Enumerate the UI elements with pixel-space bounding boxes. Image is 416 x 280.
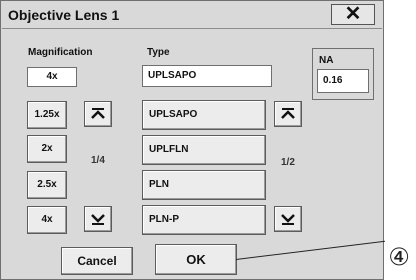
type-page-indicator: 1/2 bbox=[281, 157, 295, 168]
close-icon: ✕ bbox=[344, 3, 362, 25]
magnification-value-field: 4x bbox=[27, 67, 77, 87]
magnification-option-2-5x[interactable]: 2.5x bbox=[27, 171, 67, 199]
type-option-uplsapo[interactable]: UPLSAPO bbox=[142, 100, 266, 130]
dialog-title: Objective Lens 1 bbox=[8, 7, 120, 23]
na-panel: NA 0.16 bbox=[312, 48, 374, 100]
type-scroll-bottom-button[interactable] bbox=[274, 206, 302, 232]
arrow-to-bottom-icon bbox=[281, 214, 295, 225]
cancel-button[interactable]: Cancel bbox=[61, 247, 133, 275]
ok-button[interactable]: OK bbox=[155, 244, 237, 275]
magnification-scroll-top-button[interactable] bbox=[84, 101, 112, 127]
magnification-page-indicator: 1/4 bbox=[91, 155, 105, 166]
magnification-option-4x[interactable]: 4x bbox=[27, 206, 67, 234]
magnification-option-2x[interactable]: 2x bbox=[27, 135, 67, 163]
na-value-field: 0.16 bbox=[317, 69, 369, 93]
type-value-field: UPLSAPO bbox=[142, 65, 272, 87]
callout-number: ④ bbox=[388, 243, 410, 271]
arrow-to-top-icon bbox=[281, 108, 295, 119]
na-label: NA bbox=[319, 55, 334, 66]
magnification-scroll-bottom-button[interactable] bbox=[84, 206, 112, 232]
type-option-pln[interactable]: PLN bbox=[142, 170, 266, 200]
type-option-uplfln[interactable]: UPLFLN bbox=[142, 135, 266, 165]
title-bar: Objective Lens 1 ✕ bbox=[2, 2, 382, 29]
objective-lens-dialog: Objective Lens 1 ✕ Magnification 4x 1.25… bbox=[0, 0, 384, 280]
arrow-to-top-icon bbox=[91, 108, 105, 119]
type-label: Type bbox=[147, 47, 170, 58]
arrow-to-bottom-icon bbox=[91, 214, 105, 225]
type-option-pln-p[interactable]: PLN-P bbox=[142, 205, 266, 235]
close-button[interactable]: ✕ bbox=[331, 4, 375, 25]
magnification-label: Magnification bbox=[28, 47, 93, 58]
type-scroll-top-button[interactable] bbox=[274, 101, 302, 127]
magnification-option-1-25x[interactable]: 1.25x bbox=[27, 101, 67, 129]
